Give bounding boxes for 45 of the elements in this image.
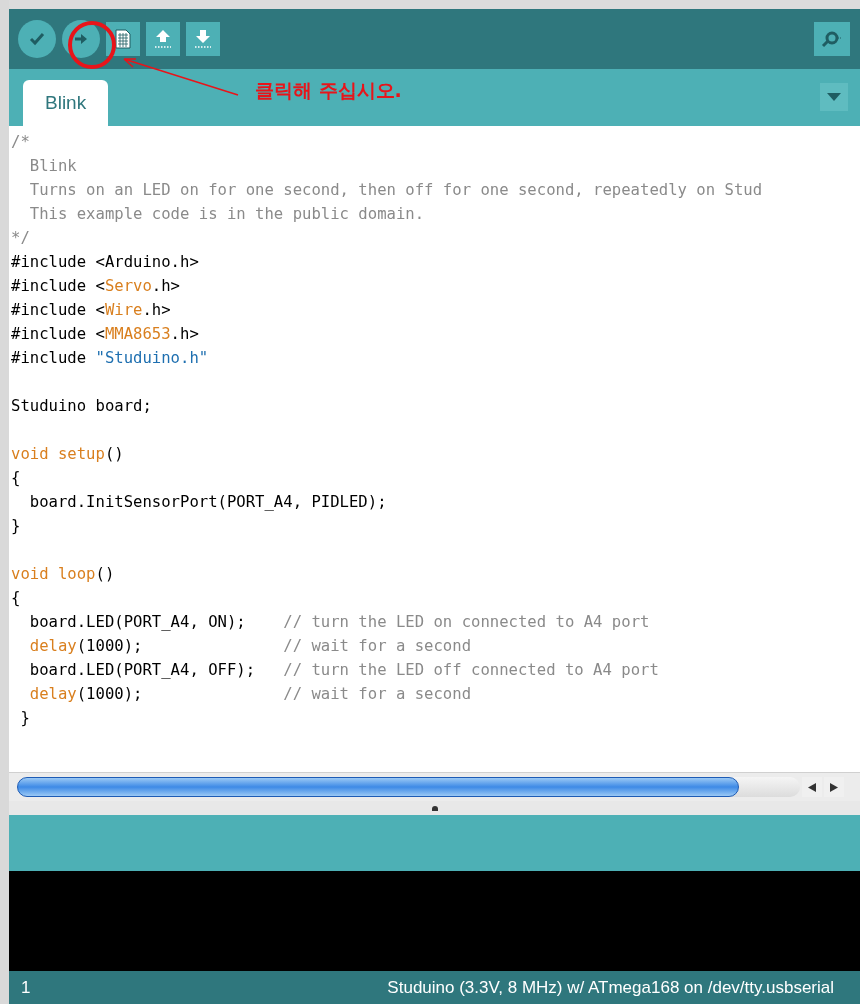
code-line: void loop() [11,565,115,583]
code-line: #include <Servo.h> [11,277,180,295]
code-line: delay(1000); // wait for a second [28,637,472,655]
code-line: { [11,589,21,607]
code-line: delay(1000); // wait for a second [28,685,472,703]
code-line: void setup() [11,445,124,463]
code-line: #include <Wire.h> [11,301,171,319]
code-line: board.LED(PORT_A4, OFF); // turn the LED off connected to A4 port [28,661,659,679]
verify-button[interactable] [18,20,56,58]
scroll-right-button[interactable] [824,777,844,797]
annotation-text: 클릭해 주십시오. [255,78,402,103]
code-line: #include <MMA8653.h> [11,325,199,343]
file-tab[interactable]: Blink [23,80,109,126]
code-line: { [11,469,21,487]
download-icon [194,29,212,49]
grip-icon [431,805,438,811]
scroll-left-button[interactable] [802,777,822,797]
board-info: Studuino (3.3V, 8 MHz) w/ ATmega168 on /dev/tty.usbserial [387,977,834,998]
caret-icon [827,93,841,101]
save-button[interactable] [186,22,220,56]
serial-monitor-button[interactable] [814,22,850,56]
code-line: */ [11,229,30,247]
code-line: board.LED(PORT_A4, ON); // turn the LED on connected to A4 port [28,613,650,631]
code-line: This example code is in the public domain. [28,205,425,223]
open-button[interactable] [146,22,180,56]
new-button[interactable] [106,22,140,56]
code-line: } [11,517,21,535]
code-line: } [19,709,30,727]
line-number: 1 [21,977,31,998]
code-line: #include <Arduino.h> [11,253,199,271]
document-icon [115,29,131,49]
code-line: board.InitSensorPort(PORT_A4, PIDLED); [28,493,387,511]
right-triangle-icon [830,782,838,792]
tab-menu-button[interactable] [820,83,848,111]
upload-icon [154,29,172,49]
code-line: Studuino board; [11,397,152,415]
left-triangle-icon [808,782,816,792]
check-icon [29,32,45,46]
code-line: #include "Studuino.h" [11,349,209,367]
code-line: Turns on an LED on for one second, then off for one second, repeatedly on Stud [28,181,763,199]
magnifier-icon [821,30,843,48]
code-line: /* [11,133,30,151]
code-line: Blink [28,157,77,175]
arrow-icon [74,32,88,46]
split-handle[interactable] [9,801,860,815]
